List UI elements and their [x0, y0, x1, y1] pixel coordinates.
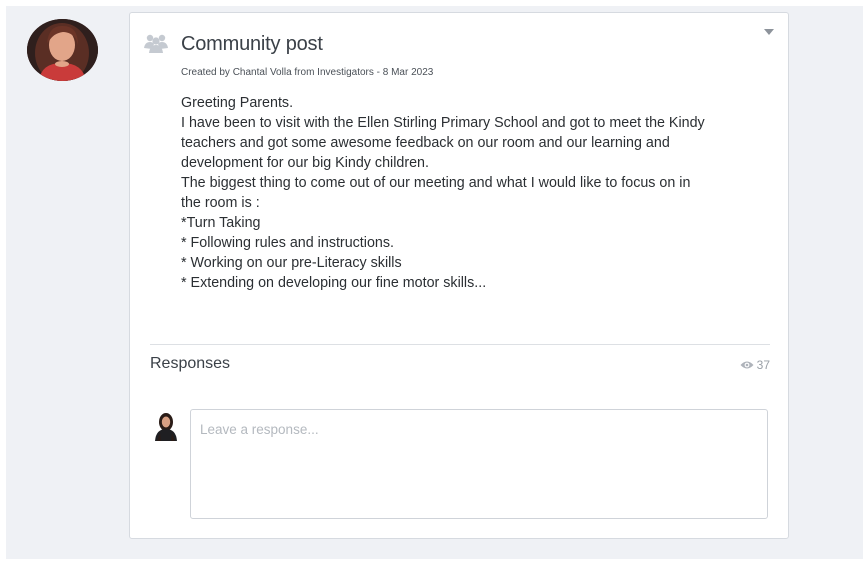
views-count-value: 37 — [756, 358, 770, 372]
post-title: Community post — [181, 33, 323, 55]
post-body-line: * Extending on developing our fine motor… — [181, 275, 487, 291]
divider — [150, 344, 770, 345]
post-body-line: the room is : — [181, 195, 260, 211]
post-body-line: development for our big Kindy children. — [181, 155, 429, 171]
response-input[interactable] — [190, 409, 768, 519]
author-photo — [27, 19, 98, 81]
community-post-card: Community post Created by Chantal Volla … — [129, 12, 789, 539]
author-avatar[interactable] — [27, 19, 98, 81]
post-body-line: The biggest thing to come out of our mee… — [181, 175, 691, 191]
post-body-line: * Following rules and instructions. — [181, 235, 394, 251]
post-body-line: teachers and got some awesome feedback o… — [181, 135, 670, 151]
responses-heading: Responses — [150, 355, 231, 372]
post-body-line: * Working on our pre-Literacy skills — [181, 255, 402, 271]
user-avatar — [152, 411, 180, 441]
post-body-line: I have been to visit with the Ellen Stir… — [181, 115, 705, 131]
chevron-down-icon[interactable] — [764, 29, 774, 35]
post-body-line: Greeting Parents. — [181, 95, 294, 111]
eye-icon — [740, 361, 754, 369]
views-count: 37 — [740, 358, 770, 372]
post-body: Greeting Parents. I have been to visit w… — [181, 93, 771, 293]
post-body-line: *Turn Taking — [181, 215, 261, 231]
community-group-icon — [144, 33, 168, 53]
post-meta: Created by Chantal Volla from Investigat… — [181, 67, 434, 78]
